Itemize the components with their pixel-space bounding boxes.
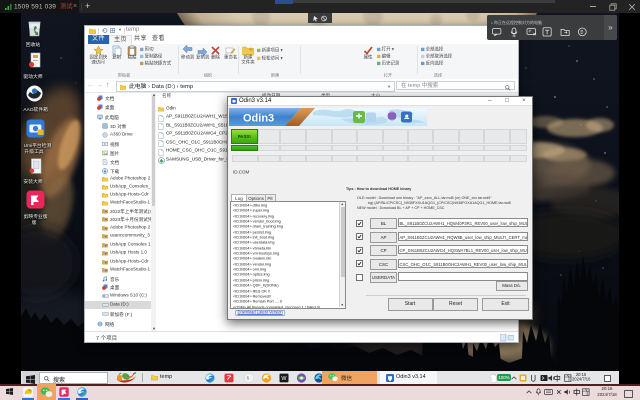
svg-text:Odin3: Odin3 bbox=[243, 113, 274, 125]
svg-text:fi: fi bbox=[247, 376, 250, 382]
